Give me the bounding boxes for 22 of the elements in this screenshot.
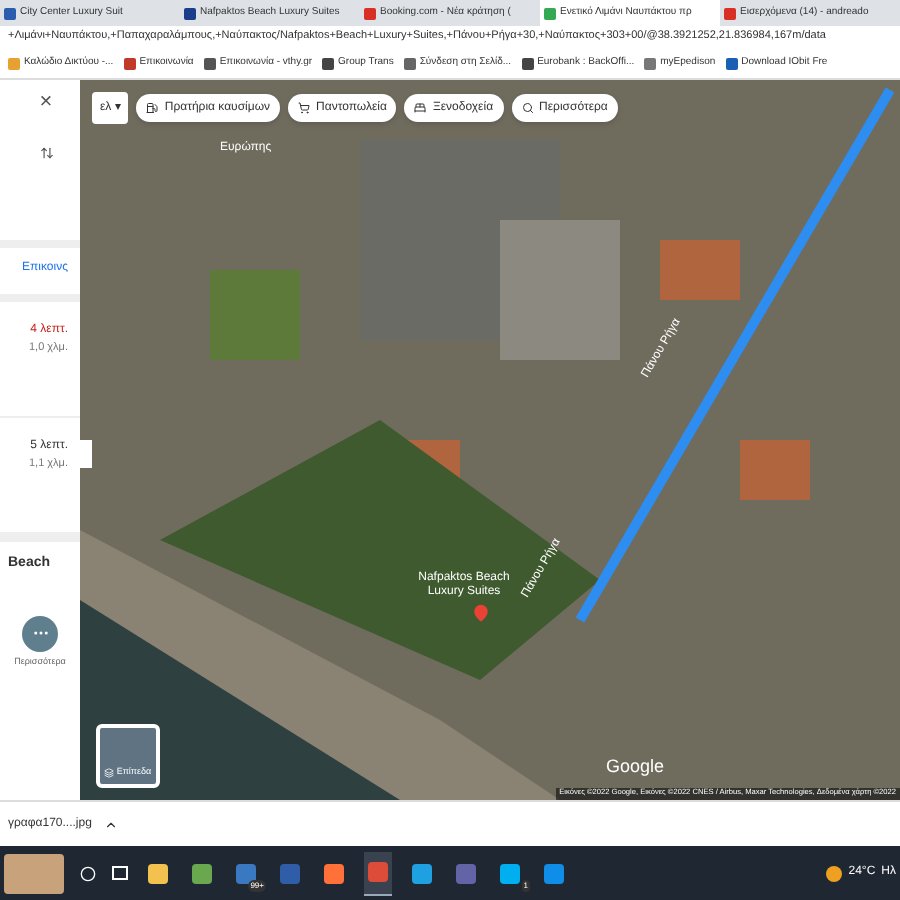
tab-favicon-icon [4,7,16,19]
search-thumbnail[interactable] [4,853,64,893]
search-icon[interactable] [80,865,96,881]
map-logo: Google [605,753,664,780]
task-view-icon[interactable] [112,866,128,880]
tab-favicon-icon [184,7,196,19]
taskbar-app-icon[interactable] [364,851,392,895]
satellite-map[interactable] [80,80,900,800]
weather-icon [826,865,843,881]
more-button[interactable] [22,615,58,651]
search-icon [521,102,534,114]
swap-icon [40,146,54,160]
layers-icon [104,768,115,779]
fuel-icon [146,102,159,114]
chevron-up-icon [103,817,118,831]
tab-favicon-icon [544,7,556,19]
close-button[interactable]: × [36,92,56,114]
tab-favicon-icon [364,7,376,19]
tab-favicon-icon [724,7,736,19]
cart-icon [298,102,311,114]
location-pin-icon [472,604,490,622]
bed-icon [414,102,427,114]
